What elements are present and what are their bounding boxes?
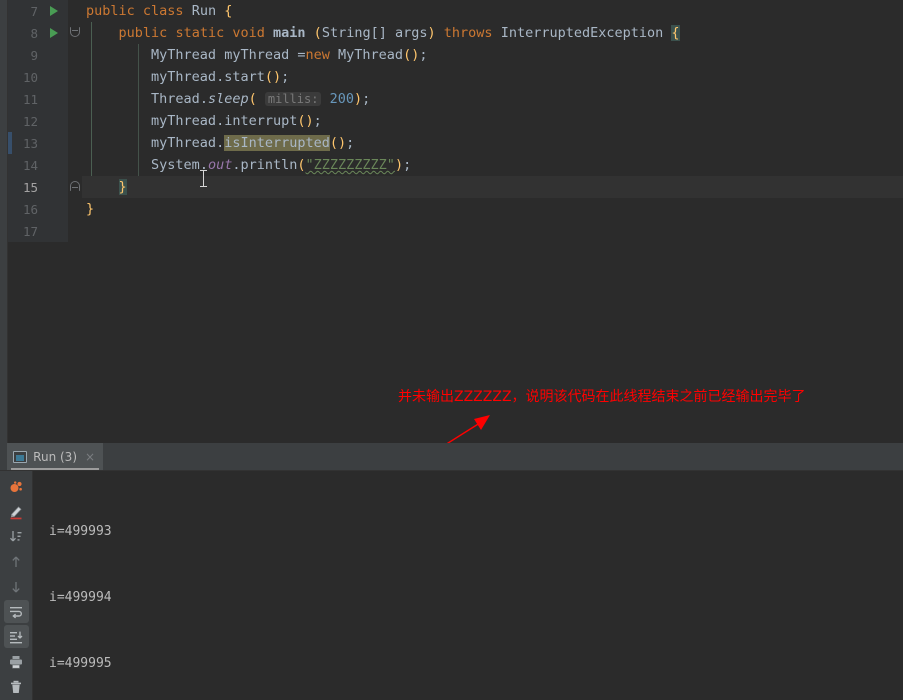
- code-line[interactable]: 16 }: [8, 198, 903, 220]
- run-window-icon: [13, 450, 28, 463]
- change-marker[interactable]: [8, 132, 12, 154]
- line-number: 16: [22, 201, 38, 217]
- clear-all-icon[interactable]: [4, 675, 29, 698]
- line-number: 12: [22, 113, 38, 129]
- line-number: 14: [22, 157, 38, 173]
- console-line: i=499994: [49, 590, 112, 605]
- code-text: myThread.interrupt();: [151, 113, 322, 129]
- fold-column[interactable]: [68, 110, 82, 132]
- console-line: i=499995: [49, 656, 112, 671]
- gutter[interactable]: 14: [8, 154, 68, 176]
- code-line[interactable]: 10 myThread.start();: [8, 66, 903, 88]
- fold-close-icon[interactable]: [70, 181, 80, 191]
- gutter[interactable]: 11: [8, 88, 68, 110]
- sort-alphabetically-icon[interactable]: [4, 526, 29, 549]
- code-line[interactable]: 17: [8, 220, 903, 242]
- red-annotation-text: 并未输出ZZZZZZ，说明该代码在此线程结束之前已经输出完毕了: [398, 389, 806, 405]
- console-area: i=499993 i=499994 i=499995 i=499996 i=49…: [0, 471, 903, 700]
- code-text: }: [86, 201, 95, 217]
- gutter[interactable]: 16: [8, 198, 68, 220]
- fold-column[interactable]: [68, 220, 82, 242]
- line-number: 15: [22, 179, 38, 195]
- line-number: 9: [30, 47, 38, 63]
- code-text: myThread.start();: [151, 69, 290, 85]
- fold-column[interactable]: [68, 0, 82, 22]
- code-line[interactable]: 8 public static void main (String[] args…: [8, 22, 903, 44]
- code-text: myThread.isInterrupted();: [151, 135, 355, 151]
- run-gutter-icon[interactable]: [50, 6, 58, 16]
- line-number: 8: [30, 25, 38, 41]
- fold-open-icon[interactable]: [70, 27, 80, 37]
- gutter[interactable]: 13: [8, 132, 68, 154]
- soft-wrap-icon[interactable]: [3, 600, 29, 624]
- edit-configuration-icon[interactable]: [4, 501, 29, 524]
- code-line[interactable]: 9 MyThread myThread =new MyThread();: [8, 44, 903, 66]
- line-number: 11: [22, 91, 38, 107]
- code-text: MyThread myThread =new MyThread();: [151, 47, 428, 63]
- gutter[interactable]: 9: [8, 44, 68, 66]
- line-number: 17: [22, 223, 38, 239]
- warning-highlight: isInterrupted: [224, 135, 330, 151]
- fold-column[interactable]: [68, 132, 82, 154]
- fold-column[interactable]: [68, 198, 82, 220]
- gutter[interactable]: 10: [8, 66, 68, 88]
- line-number: 13: [22, 135, 38, 151]
- up-arrow-icon[interactable]: [4, 551, 29, 574]
- code-text: public static void main (String[] args) …: [118, 25, 680, 41]
- code-line[interactable]: 13 myThread.isInterrupted();: [8, 132, 903, 154]
- console-output[interactable]: i=499993 i=499994 i=499995 i=499996 i=49…: [33, 471, 903, 700]
- tool-window-stripe-left[interactable]: [0, 0, 8, 443]
- fold-column[interactable]: [68, 44, 82, 66]
- code-editor[interactable]: 7 public class Run { 8 public static voi…: [8, 0, 903, 443]
- code-line[interactable]: 12 myThread.interrupt();: [8, 110, 903, 132]
- fold-column[interactable]: [68, 88, 82, 110]
- code-line-current[interactable]: 15 }: [8, 176, 903, 198]
- gutter[interactable]: 15: [8, 176, 68, 198]
- gutter[interactable]: 8: [8, 22, 68, 44]
- tool-window-title: n:: [0, 450, 1, 464]
- code-text: System.out.println("ZZZZZZZZZ");: [151, 157, 412, 173]
- code-text: Thread.sleep( millis: 200);: [151, 91, 371, 107]
- fold-column[interactable]: [68, 22, 82, 44]
- close-icon[interactable]: ×: [85, 451, 95, 463]
- scroll-to-end-icon[interactable]: [3, 625, 29, 649]
- fold-column[interactable]: [68, 154, 82, 176]
- run-gutter-icon[interactable]: [50, 28, 58, 38]
- tab-run-label: Run (3): [33, 449, 77, 464]
- fold-column[interactable]: [68, 66, 82, 88]
- line-number: 10: [22, 69, 38, 85]
- run-tab-bar: n: Run (3) ×: [0, 443, 903, 471]
- down-arrow-icon[interactable]: [4, 576, 29, 599]
- console-line: i=499993: [49, 524, 112, 539]
- gutter[interactable]: 12: [8, 110, 68, 132]
- parameter-hint: millis:: [264, 92, 322, 106]
- fold-column[interactable]: [68, 176, 82, 198]
- code-text: public class Run {: [86, 3, 233, 19]
- code-line[interactable]: 11 Thread.sleep( millis: 200);: [8, 88, 903, 110]
- string-literal: "ZZZZZZZZZ": [305, 157, 395, 173]
- console-toolbar: [0, 471, 33, 700]
- run-tool-window: n: Run (3) ×: [0, 443, 903, 700]
- line-number: 7: [30, 3, 38, 19]
- print-icon[interactable]: [4, 650, 29, 673]
- rerun-icon[interactable]: [4, 476, 29, 499]
- gutter[interactable]: 17: [8, 220, 68, 242]
- code-line[interactable]: 7 public class Run {: [8, 0, 903, 22]
- code-lines: 7 public class Run { 8 public static voi…: [8, 0, 903, 242]
- code-line[interactable]: 14 System.out.println("ZZZZZZZZZ");: [8, 154, 903, 176]
- tab-run[interactable]: Run (3) ×: [7, 443, 104, 470]
- gutter[interactable]: 7: [8, 0, 68, 22]
